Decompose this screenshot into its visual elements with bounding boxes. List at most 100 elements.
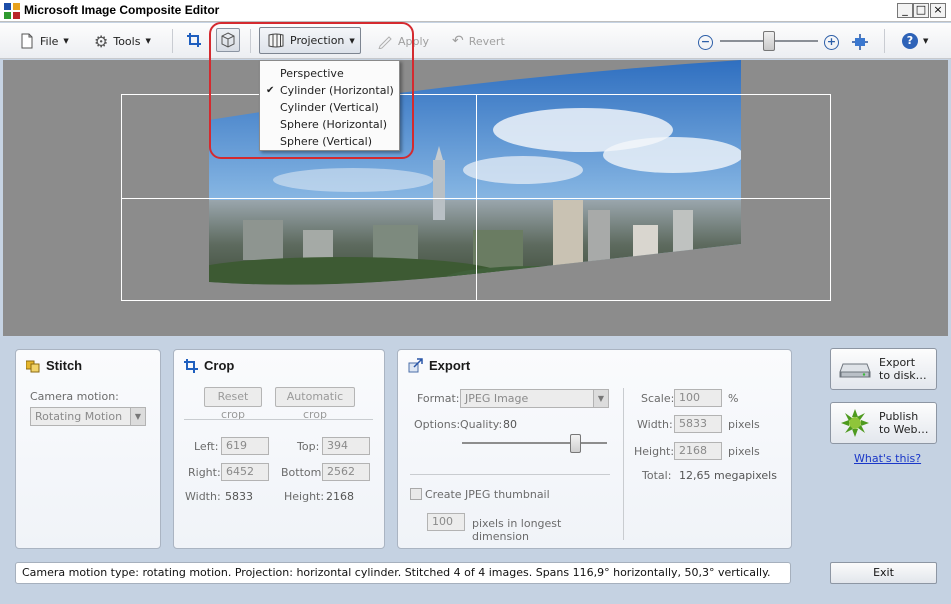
chevron-down-icon: ▼ bbox=[923, 37, 929, 45]
format-label: Format: bbox=[417, 392, 460, 405]
zoom-slider-thumb[interactable] bbox=[763, 31, 775, 51]
crop-width-value: 5833 bbox=[225, 490, 253, 503]
export-disk-label-1: Export bbox=[879, 356, 916, 369]
format-value: JPEG Image bbox=[465, 392, 529, 405]
crop-bottom-label: Bottom: bbox=[281, 466, 326, 479]
quality-value: 80 bbox=[503, 418, 517, 431]
crop-top-label: Top: bbox=[297, 440, 320, 453]
crop-right-label: Right: bbox=[188, 466, 221, 479]
undo-icon: ↶ bbox=[452, 33, 464, 49]
zoom-out-icon: − bbox=[698, 34, 713, 50]
crop-tool-button[interactable] bbox=[182, 28, 206, 52]
help-icon: ? bbox=[902, 33, 918, 49]
export-disk-label-2: to disk… bbox=[879, 369, 927, 382]
thumbnail-size-text: pixels in longest bbox=[472, 517, 562, 530]
revert-button[interactable]: ↶ Revert bbox=[452, 31, 505, 51]
title-bar: Microsoft Image Composite Editor _ □ × bbox=[0, 0, 951, 22]
export-title: Export bbox=[408, 358, 470, 373]
crop-top-field[interactable]: 394 bbox=[322, 437, 370, 455]
toolbar-divider bbox=[172, 29, 173, 53]
minimize-button[interactable]: _ bbox=[897, 3, 913, 18]
export-width-field[interactable]: 5833 bbox=[674, 415, 722, 433]
crop-title: Crop bbox=[184, 358, 234, 373]
camera-motion-select[interactable]: Rotating Motion ▼ bbox=[30, 407, 146, 426]
annotation-highlight-ring bbox=[209, 22, 414, 159]
window-title: Microsoft Image Composite Editor bbox=[24, 3, 220, 17]
thumbnail-checkbox[interactable] bbox=[410, 488, 422, 500]
fit-to-window-button[interactable] bbox=[851, 32, 869, 52]
app-logo-icon bbox=[4, 3, 20, 19]
export-divider bbox=[410, 474, 610, 475]
export-height-unit: pixels bbox=[728, 445, 760, 458]
stitch-title: Stitch bbox=[26, 358, 82, 373]
export-width-label: Width: bbox=[637, 418, 673, 431]
crop-icon bbox=[184, 358, 198, 373]
export-panel: Export Format: JPEG Image ▼ Options: Qua… bbox=[397, 349, 792, 549]
scale-field[interactable]: 100 bbox=[674, 389, 722, 407]
reset-crop-button[interactable]: Reset crop bbox=[204, 387, 262, 421]
thumbnail-size-text-2: dimension bbox=[472, 530, 529, 543]
whats-this-link[interactable]: What's this? bbox=[854, 452, 921, 465]
zoom-in-icon: + bbox=[824, 34, 839, 50]
close-button[interactable]: × bbox=[930, 3, 946, 18]
chevron-down-icon: ▼ bbox=[593, 390, 608, 407]
export-height-label: Height: bbox=[634, 445, 675, 458]
crop-title-label: Crop bbox=[204, 358, 235, 373]
help-menu[interactable]: ? ▼ bbox=[902, 31, 928, 51]
stitch-icon bbox=[26, 360, 40, 372]
zoom-out-button[interactable]: − bbox=[698, 32, 713, 52]
exit-button[interactable]: Exit bbox=[830, 562, 937, 584]
total-label: Total: bbox=[642, 469, 672, 482]
crop-icon bbox=[187, 33, 201, 47]
tools-menu-label: Tools bbox=[113, 34, 141, 48]
export-column-divider bbox=[623, 388, 624, 540]
revert-label: Revert bbox=[468, 34, 505, 48]
quality-slider-track[interactable] bbox=[462, 442, 607, 444]
automatic-crop-button[interactable]: Automatic crop bbox=[275, 387, 355, 421]
stitch-panel: Stitch Camera motion: Rotating Motion ▼ bbox=[15, 349, 161, 549]
maximize-button[interactable]: □ bbox=[913, 3, 929, 18]
format-select[interactable]: JPEG Image ▼ bbox=[460, 389, 609, 408]
export-height-field[interactable]: 2168 bbox=[674, 442, 722, 460]
thumbnail-size-field[interactable]: 100 bbox=[427, 513, 465, 531]
crop-right-field[interactable]: 6452 bbox=[221, 463, 269, 481]
crop-width-label: Width: bbox=[185, 490, 221, 503]
crop-left-label: Left: bbox=[194, 440, 219, 453]
quality-slider-thumb[interactable] bbox=[570, 434, 581, 453]
publish-web-label-2: to Web… bbox=[879, 423, 929, 436]
quality-label: Quality: bbox=[460, 418, 503, 431]
options-label: Options: bbox=[414, 418, 461, 431]
file-icon bbox=[21, 33, 33, 49]
publish-web-label-1: Publish bbox=[879, 410, 919, 423]
thumbnail-label: Create JPEG thumbnail bbox=[425, 488, 550, 501]
crop-left-field[interactable]: 619 bbox=[221, 437, 269, 455]
photosynth-icon bbox=[841, 409, 869, 437]
camera-motion-label: Camera motion: bbox=[30, 390, 119, 403]
export-to-disk-button[interactable]: Export to disk… bbox=[830, 348, 937, 390]
disk-drive-icon bbox=[839, 363, 871, 378]
crop-bottom-field[interactable]: 2562 bbox=[322, 463, 370, 481]
file-menu[interactable]: File ▼ bbox=[20, 31, 69, 51]
chevron-down-icon: ▼ bbox=[130, 408, 145, 425]
camera-motion-value: Rotating Motion bbox=[35, 410, 123, 423]
publish-to-web-button[interactable]: Publish to Web… bbox=[830, 402, 937, 444]
crop-height-label: Height: bbox=[284, 490, 325, 503]
scale-unit: % bbox=[728, 392, 739, 405]
file-menu-label: File bbox=[40, 34, 59, 48]
stitch-title-label: Stitch bbox=[46, 358, 83, 373]
toolbar-divider bbox=[884, 29, 885, 53]
preview-canvas[interactable] bbox=[3, 60, 948, 336]
zoom-in-button[interactable]: + bbox=[824, 32, 839, 52]
tools-menu[interactable]: ⚙ Tools ▼ bbox=[94, 31, 151, 51]
gear-icon: ⚙ bbox=[94, 31, 109, 51]
export-width-unit: pixels bbox=[728, 418, 760, 431]
scale-label: Scale: bbox=[641, 392, 675, 405]
crop-height-value: 2168 bbox=[326, 490, 354, 503]
chevron-down-icon: ▼ bbox=[63, 37, 69, 45]
export-title-label: Export bbox=[429, 358, 471, 373]
status-bar: Camera motion type: rotating motion. Pro… bbox=[15, 562, 791, 584]
total-value: 12,65 megapixels bbox=[679, 469, 777, 482]
export-icon bbox=[408, 358, 423, 373]
crop-guide-horizontal bbox=[122, 198, 830, 199]
crop-panel: Crop Reset crop Automatic crop Left: 619… bbox=[173, 349, 385, 549]
